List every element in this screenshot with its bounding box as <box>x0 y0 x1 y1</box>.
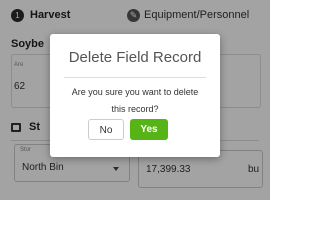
dialog-title: Delete Field Record <box>68 49 202 66</box>
delete-confirm-dialog: Delete Field Record Are you sure you wan… <box>50 34 220 157</box>
dialog-message: Are you sure you want to delete this rec… <box>71 87 199 114</box>
yes-button[interactable]: Yes <box>130 119 168 140</box>
dialog-divider <box>64 77 206 78</box>
no-button[interactable]: No <box>88 119 124 140</box>
